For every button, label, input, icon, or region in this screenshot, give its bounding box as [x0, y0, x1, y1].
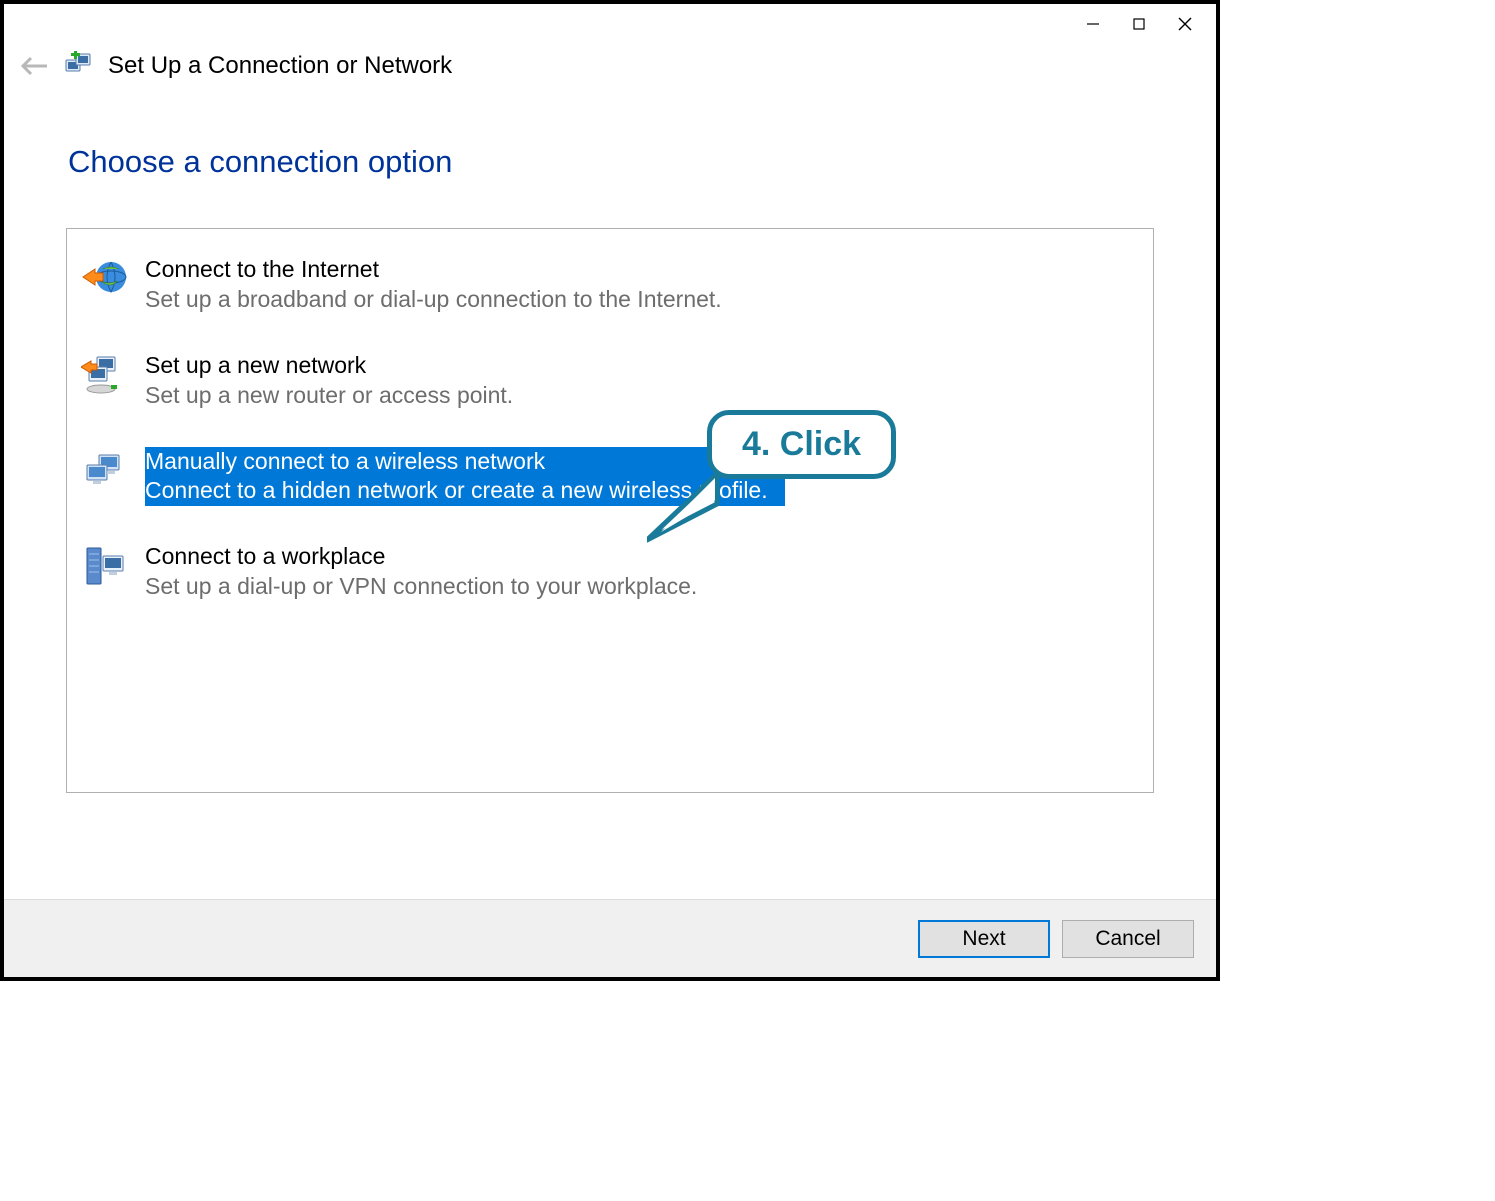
option-manual-wireless[interactable]: Manually connect to a wireless network C… — [81, 441, 1139, 513]
option-text: Connect to the Internet Set up a broadba… — [145, 255, 722, 315]
option-text: Connect to a workplace Set up a dial-up … — [145, 542, 697, 602]
option-desc: Set up a dial-up or VPN connection to yo… — [145, 572, 697, 602]
option-desc: Set up a broadband or dial-up connection… — [145, 285, 722, 315]
maximize-button[interactable] — [1116, 8, 1162, 40]
titlebar — [4, 4, 1216, 44]
wireless-devices-icon — [81, 447, 129, 495]
option-workplace[interactable]: Connect to a workplace Set up a dial-up … — [81, 536, 1139, 608]
option-desc: Set up a new router or access point. — [145, 381, 513, 411]
back-button[interactable] — [16, 48, 52, 84]
option-title: Manually connect to a wireless network — [145, 447, 785, 477]
option-title: Connect to the Internet — [145, 255, 722, 285]
network-wizard-icon — [64, 50, 96, 82]
workplace-server-icon — [81, 542, 129, 590]
next-button[interactable]: Next — [918, 920, 1050, 958]
close-button[interactable] — [1162, 8, 1208, 40]
option-new-network[interactable]: Set up a new network Set up a new router… — [81, 345, 1139, 417]
option-text: Set up a new network Set up a new router… — [145, 351, 513, 411]
header-row: Set Up a Connection or Network — [4, 44, 1216, 84]
network-devices-icon — [81, 351, 129, 399]
option-desc: Connect to a hidden network or create a … — [145, 476, 785, 506]
option-connect-internet[interactable]: Connect to the Internet Set up a broadba… — [81, 249, 1139, 321]
wizard-window: Set Up a Connection or Network Choose a … — [0, 0, 1220, 981]
option-text: Manually connect to a wireless network C… — [145, 447, 785, 507]
content-area: Choose a connection option Connect to th… — [4, 84, 1216, 899]
globe-arrow-icon — [81, 255, 129, 303]
footer-bar: Next Cancel — [4, 899, 1216, 977]
cancel-button[interactable]: Cancel — [1062, 920, 1194, 958]
page-heading: Choose a connection option — [68, 144, 1154, 180]
minimize-button[interactable] — [1070, 8, 1116, 40]
option-title: Connect to a workplace — [145, 542, 697, 572]
window-title: Set Up a Connection or Network — [108, 52, 452, 80]
option-title: Set up a new network — [145, 351, 513, 381]
options-list: Connect to the Internet Set up a broadba… — [66, 228, 1154, 793]
